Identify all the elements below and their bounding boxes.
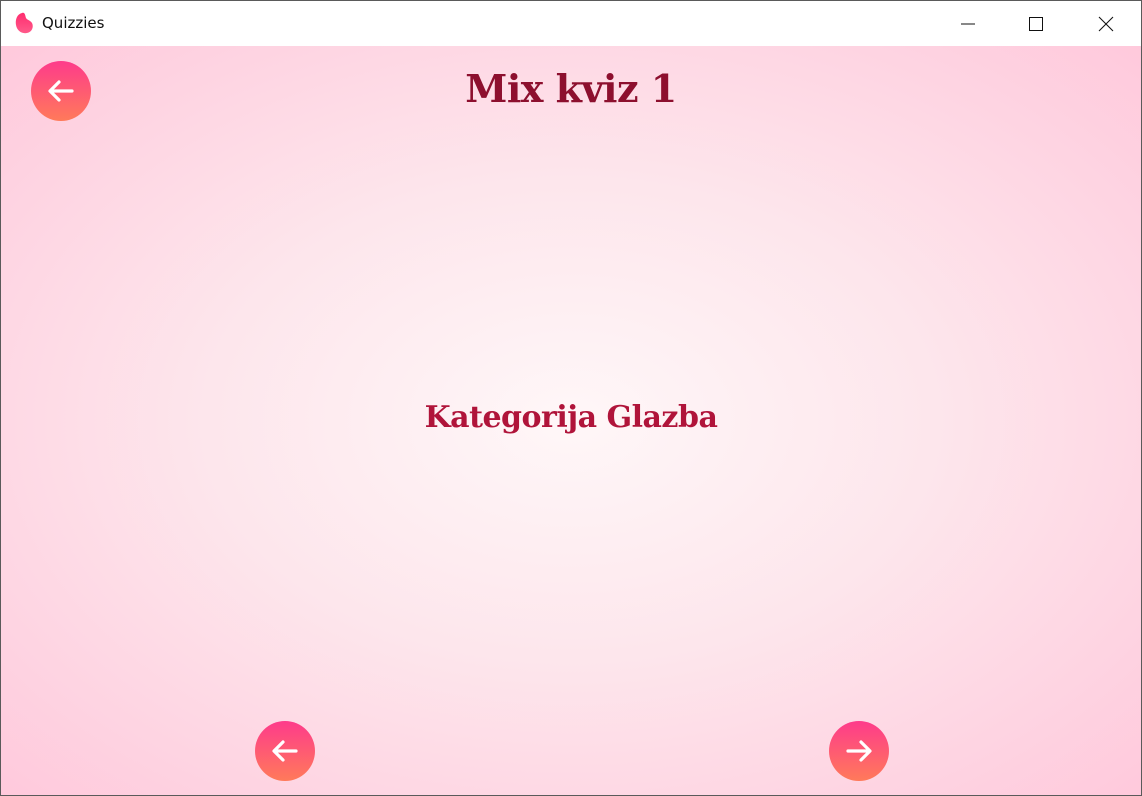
- window-title: Quizzies: [42, 14, 105, 32]
- maximize-button[interactable]: [1001, 1, 1071, 46]
- quizzies-logo-icon: [15, 12, 33, 34]
- close-icon: [1098, 16, 1114, 31]
- arrow-right-icon: [846, 740, 872, 762]
- next-button[interactable]: [829, 721, 889, 781]
- category-label: Kategorija Glazba: [424, 400, 718, 435]
- arrow-left-icon: [272, 740, 298, 762]
- title-bar[interactable]: Quizzies: [1, 1, 1141, 46]
- previous-button[interactable]: [255, 721, 315, 781]
- minimize-icon: [961, 23, 975, 24]
- app-window: Quizzies Mix kviz 1 Kategorija Glazba: [0, 0, 1142, 796]
- minimize-button[interactable]: [933, 1, 1003, 46]
- page-title: Mix kviz 1: [465, 66, 677, 111]
- close-button[interactable]: [1071, 1, 1141, 46]
- maximize-icon: [1029, 16, 1043, 31]
- quiz-content: Mix kviz 1 Kategorija Glazba: [1, 46, 1141, 795]
